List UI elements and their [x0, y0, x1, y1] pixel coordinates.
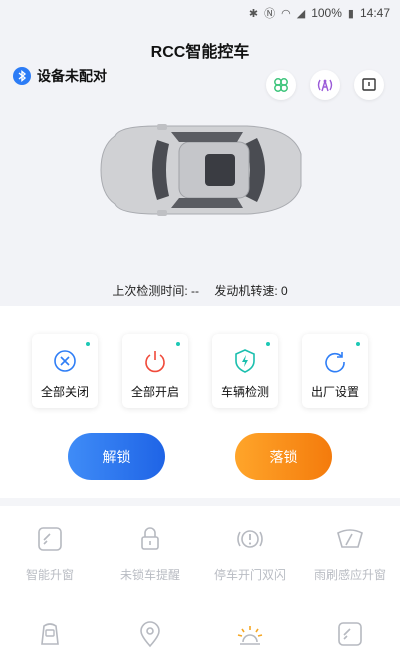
- fan-icon: [274, 78, 288, 92]
- car-illustration: [97, 122, 305, 218]
- clock: 14:47: [359, 6, 390, 20]
- signal-icon: ◢: [296, 7, 306, 20]
- quick-controls: 全部关闭 全部开启 车辆检测 出厂设置: [0, 334, 400, 408]
- bluetooth-pairing-status[interactable]: 设备未配对: [13, 66, 107, 86]
- feature-light[interactable]: [200, 619, 300, 649]
- feature-smart-window[interactable]: 智能升窗: [0, 524, 100, 583]
- car-door-icon: [35, 619, 65, 649]
- open-all-button[interactable]: 全部开启: [122, 334, 188, 408]
- header-actions: [266, 70, 384, 100]
- feature-unlocked-reminder[interactable]: 未锁车提醒: [100, 524, 200, 583]
- battery-icon: ▮: [347, 7, 354, 20]
- battery-percentage: 100%: [311, 6, 342, 20]
- power-icon: [145, 351, 165, 373]
- bluetooth-status-label: 设备未配对: [37, 68, 107, 84]
- status-dot: [86, 342, 90, 346]
- feature-parking-hazard[interactable]: 停车开门双闪: [200, 524, 300, 583]
- unlock-button[interactable]: 解锁: [68, 433, 165, 480]
- factory-reset-button[interactable]: 出厂设置: [302, 334, 368, 408]
- light-icon: [235, 619, 265, 649]
- vehicle-check-button[interactable]: 车辆检测: [212, 334, 278, 408]
- bluetooth-icon: ✱: [248, 7, 259, 20]
- feature-rain-sensor-window[interactable]: 雨刷感应升窗: [300, 524, 400, 583]
- status-dot: [266, 342, 270, 346]
- wiper-icon: [335, 524, 365, 554]
- wifi-icon: ◠: [281, 7, 291, 20]
- close-all-label: 全部关闭: [40, 385, 89, 399]
- window-icon: [35, 524, 65, 554]
- vehicle-readouts: 上次检测时间: -- 发动机转速: 0: [0, 282, 400, 299]
- feature-label: 未锁车提醒: [119, 568, 180, 582]
- feature-location[interactable]: [100, 619, 200, 649]
- feature-grid: 智能升窗 未锁车提醒 停车开门双闪 雨刷感应升窗: [0, 524, 400, 649]
- hazard-icon: [235, 524, 265, 554]
- nfc-icon: Ⓝ: [264, 8, 276, 20]
- close-all-button[interactable]: 全部关闭: [32, 334, 98, 408]
- engine-speed: 发动机转速: 0: [214, 284, 288, 298]
- vehicle-check-label: 车辆检测: [220, 385, 269, 399]
- factory-reset-label: 出厂设置: [310, 385, 359, 399]
- section-divider: [0, 498, 400, 506]
- window-icon: [335, 619, 365, 649]
- manual-button[interactable]: [354, 70, 384, 100]
- location-icon: [135, 619, 165, 649]
- status-dot: [356, 342, 360, 346]
- antenna-icon: [317, 79, 333, 92]
- feature-window-2[interactable]: [300, 619, 400, 649]
- book-icon: [362, 78, 376, 91]
- status-dot: [176, 342, 180, 346]
- antenna-button[interactable]: [310, 70, 340, 100]
- close-circle-icon: [54, 350, 76, 372]
- last-check-time: 上次检测时间: --: [112, 284, 199, 298]
- feature-label: 智能升窗: [25, 568, 74, 582]
- fan-button[interactable]: [266, 70, 296, 100]
- shield-bolt-icon: [235, 349, 255, 373]
- feature-car-door[interactable]: [0, 619, 100, 649]
- header: RCC智能控车 设备未配对 上次检测时间: -- 发动机转速: 0: [0, 26, 400, 306]
- bluetooth-icon: [13, 67, 31, 85]
- page-title: RCC智能控车: [150, 44, 250, 61]
- feature-label: 停车开门双闪: [213, 568, 286, 582]
- lock-button[interactable]: 落锁: [235, 433, 332, 480]
- open-all-label: 全部开启: [130, 385, 179, 399]
- lock-icon: [135, 524, 165, 554]
- refresh-icon: [325, 352, 345, 373]
- feature-label: 雨刷感应升窗: [313, 568, 386, 582]
- status-bar: ✱ Ⓝ ◠ ◢ 100% ▮ 14:47: [0, 0, 400, 26]
